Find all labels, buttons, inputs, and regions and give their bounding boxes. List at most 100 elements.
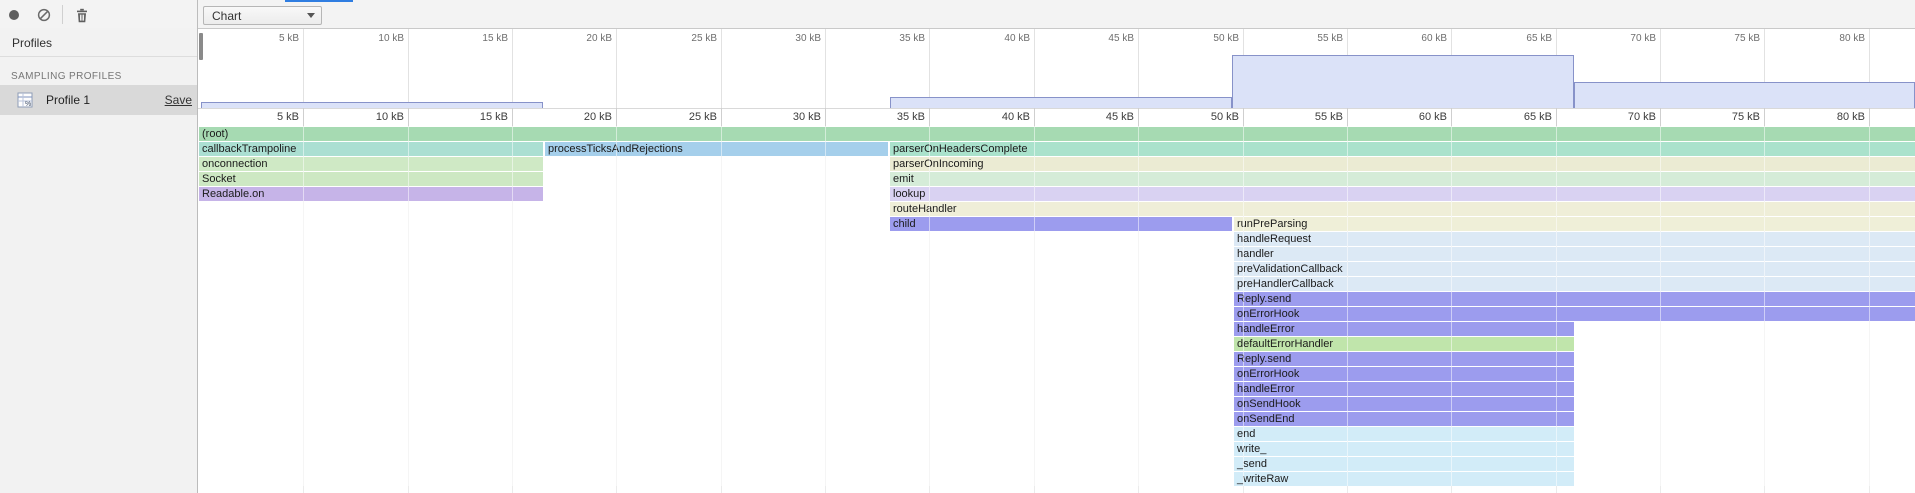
flame-bar-emit[interactable]: emit bbox=[890, 172, 1915, 186]
ruler-tick bbox=[1660, 108, 1661, 126]
flame-bar-handler[interactable]: handler bbox=[1234, 247, 1915, 261]
overview-ruler-label: 80 kB bbox=[1811, 33, 1865, 45]
main-ruler-label: 45 kB bbox=[1080, 111, 1134, 124]
flame-grid-line-overlay bbox=[929, 127, 930, 486]
overview-ruler-label: 25 kB bbox=[663, 33, 717, 45]
overview-grid-line bbox=[512, 29, 513, 108]
overview-ruler-label: 75 kB bbox=[1706, 33, 1760, 45]
overview-ruler-label: 10 kB bbox=[350, 33, 404, 45]
flame-bar-onsendend[interactable]: onSendEnd bbox=[1234, 412, 1574, 426]
flame-bar-end[interactable]: end bbox=[1234, 427, 1574, 441]
main-ruler-label: 35 kB bbox=[871, 111, 925, 124]
flame-bar-reply-send[interactable]: Reply.send bbox=[1234, 352, 1574, 366]
overview-memory-band[interactable] bbox=[890, 97, 1232, 108]
overview-baseline bbox=[198, 108, 1915, 109]
flame-bar-callbacktrampoline[interactable]: callbackTrampoline bbox=[199, 142, 543, 156]
overview-memory-band[interactable] bbox=[1232, 55, 1574, 108]
ruler-tick bbox=[929, 108, 930, 126]
flame-bar-routehandler[interactable]: routeHandler bbox=[890, 202, 1915, 216]
ruler-tick bbox=[1451, 108, 1452, 126]
main-ruler-label: 60 kB bbox=[1393, 111, 1447, 124]
main-ruler-label: 55 kB bbox=[1289, 111, 1343, 124]
ruler-tick bbox=[1869, 108, 1870, 126]
block-icon bbox=[37, 8, 51, 22]
overview-ruler-label: 15 kB bbox=[454, 33, 508, 45]
overview-memory-band[interactable] bbox=[1574, 82, 1915, 108]
flame-bar-prevalidationcallback[interactable]: preValidationCallback bbox=[1234, 262, 1915, 276]
devtools-profiler-panel: Chart Profiles SAMPLING PROFILES % Profi… bbox=[0, 0, 1915, 493]
record-button[interactable] bbox=[4, 5, 24, 25]
flame-grid-line-overlay bbox=[825, 127, 826, 486]
flame-grid-line-overlay bbox=[1034, 127, 1035, 486]
flame-bar-root[interactable]: (root) bbox=[199, 127, 1915, 141]
main-ruler-label: 30 kB bbox=[767, 111, 821, 124]
overview-ruler-label: 45 kB bbox=[1080, 33, 1134, 45]
main-ruler-label: 65 kB bbox=[1498, 111, 1552, 124]
flame-bar-prehandlercallback[interactable]: preHandlerCallback bbox=[1234, 277, 1915, 291]
flame-bar-handleerror[interactable]: handleError bbox=[1234, 322, 1574, 336]
chevron-down-icon bbox=[307, 13, 315, 18]
overview-memory-band[interactable] bbox=[201, 102, 543, 108]
flame-bar-child[interactable]: child bbox=[890, 217, 1232, 231]
flame-bar-write[interactable]: write_ bbox=[1234, 442, 1574, 456]
flame-bar-lookup[interactable]: lookup bbox=[890, 187, 1915, 201]
main-ruler-label: 50 kB bbox=[1185, 111, 1239, 124]
flame-grid-line-overlay bbox=[1451, 127, 1452, 486]
save-profile-link[interactable]: Save bbox=[165, 93, 192, 107]
main-ruler-label: 15 kB bbox=[454, 111, 508, 124]
flame-grid-line-overlay bbox=[408, 127, 409, 486]
flame-bar-runpreparsing[interactable]: runPreParsing bbox=[1234, 217, 1915, 231]
overview-grid-line bbox=[303, 29, 304, 108]
sidebar-pane-divider bbox=[197, 0, 198, 493]
main-ruler-label: 80 kB bbox=[1811, 111, 1865, 124]
overview-grid-line bbox=[825, 29, 826, 108]
flame-bar-send[interactable]: _send bbox=[1234, 457, 1574, 471]
overview-ruler-label: 70 kB bbox=[1602, 33, 1656, 45]
ruler-tick bbox=[512, 108, 513, 126]
ruler-tick bbox=[408, 108, 409, 126]
flame-bar-processticksandrejections[interactable]: processTicksAndRejections bbox=[545, 142, 888, 156]
sidebar-title: Profiles bbox=[12, 36, 52, 50]
ruler-tick bbox=[1556, 108, 1557, 126]
flame-grid-line-overlay bbox=[721, 127, 722, 486]
active-tab-indicator bbox=[285, 0, 353, 2]
flame-bar-onconnection[interactable]: onconnection bbox=[199, 157, 543, 171]
main-ruler-label: 40 kB bbox=[976, 111, 1030, 124]
flame-bar-reply-send[interactable]: Reply.send bbox=[1234, 292, 1915, 306]
main-ruler-label: 25 kB bbox=[663, 111, 717, 124]
flame-bar-parseronheaderscomplete[interactable]: parserOnHeadersComplete bbox=[890, 142, 1915, 156]
flame-grid-line-overlay bbox=[1764, 127, 1765, 486]
flame-bar-handlerequest[interactable]: handleRequest bbox=[1234, 232, 1915, 246]
overview-ruler-label: 30 kB bbox=[767, 33, 821, 45]
overview-ruler-label: 60 kB bbox=[1393, 33, 1447, 45]
ruler-tick bbox=[1764, 108, 1765, 126]
clear-profiles-button[interactable] bbox=[34, 5, 54, 25]
main-ruler-label: 75 kB bbox=[1706, 111, 1760, 124]
view-mode-value: Chart bbox=[212, 9, 307, 23]
profile-name: Profile 1 bbox=[46, 93, 165, 107]
overview-grid-line bbox=[616, 29, 617, 108]
overview-grid-line bbox=[408, 29, 409, 108]
ruler-tick bbox=[825, 108, 826, 126]
flame-bar-onerrorhook[interactable]: onErrorHook bbox=[1234, 367, 1574, 381]
flame-bar-onerrorhook[interactable]: onErrorHook bbox=[1234, 307, 1915, 321]
flame-bar-onsendhook[interactable]: onSendHook bbox=[1234, 397, 1574, 411]
sidebar-item-profile-1[interactable]: % Profile 1 Save bbox=[0, 85, 197, 115]
view-mode-select[interactable]: Chart bbox=[203, 6, 322, 25]
flame-grid-line-overlay bbox=[1347, 127, 1348, 486]
overview-ruler-label: 65 kB bbox=[1498, 33, 1552, 45]
record-icon bbox=[8, 9, 20, 21]
flame-bar-writeraw[interactable]: _writeRaw bbox=[1234, 472, 1574, 486]
flame-bar-parseronincoming[interactable]: parserOnIncoming bbox=[890, 157, 1915, 171]
flame-bar-readable-on[interactable]: Readable.on bbox=[199, 187, 543, 201]
flame-grid-line-overlay bbox=[303, 127, 304, 486]
flame-bar-handleerror[interactable]: handleError bbox=[1234, 382, 1574, 396]
flame-bar-defaulterrorhandler[interactable]: defaultErrorHandler bbox=[1234, 337, 1574, 351]
overview-ruler-label: 35 kB bbox=[871, 33, 925, 45]
overview-window-left-grip[interactable] bbox=[199, 33, 203, 60]
flame-grid-line-overlay bbox=[1869, 127, 1870, 486]
overview-ruler-label: 55 kB bbox=[1289, 33, 1343, 45]
delete-profile-button[interactable] bbox=[72, 5, 92, 25]
flame-bar-socket[interactable]: Socket bbox=[199, 172, 543, 186]
svg-text:%: % bbox=[25, 101, 31, 108]
